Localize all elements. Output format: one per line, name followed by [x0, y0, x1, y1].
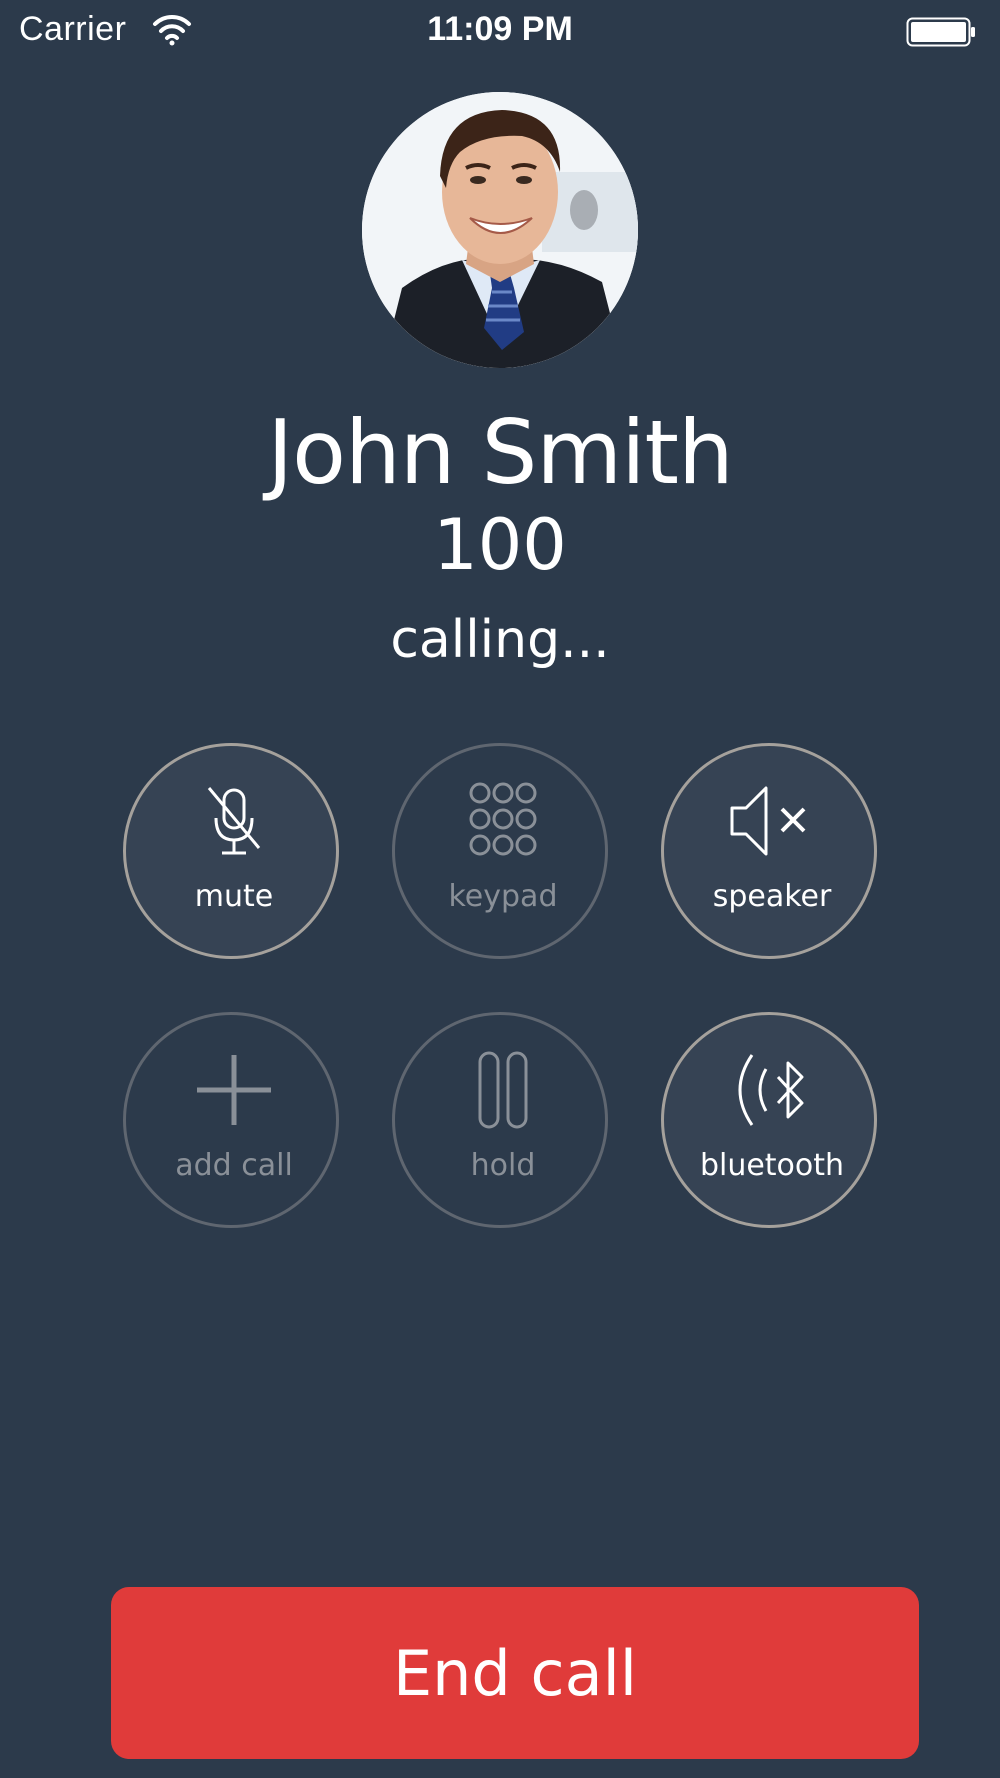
- bluetooth-button[interactable]: bluetooth: [661, 1012, 877, 1228]
- call-screen: Carrier 11:09 PM John Smith 100 calling.…: [0, 0, 1000, 1778]
- caller-number: 100: [433, 504, 567, 586]
- add-call-label: add call: [175, 1148, 293, 1183]
- end-call-button[interactable]: End call: [111, 1587, 919, 1759]
- pause-icon: [395, 1045, 611, 1135]
- battery-full-icon: [906, 17, 978, 47]
- hold-label: hold: [470, 1148, 536, 1183]
- call-status: calling...: [390, 610, 610, 670]
- status-time: 11:09 PM: [427, 10, 573, 48]
- bluetooth-icon: [664, 1045, 880, 1135]
- mute-button[interactable]: mute: [123, 743, 339, 959]
- speaker-off-icon: [664, 776, 880, 866]
- speaker-button[interactable]: speaker: [661, 743, 877, 959]
- status-bar: Carrier 11:09 PM: [0, 0, 1000, 64]
- mic-off-icon: [126, 776, 342, 866]
- caller-name: John Smith: [267, 401, 734, 504]
- speaker-label: speaker: [712, 879, 832, 914]
- keypad-button[interactable]: keypad: [392, 743, 608, 959]
- keypad-icon: [395, 776, 611, 866]
- bluetooth-label: bluetooth: [699, 1148, 845, 1183]
- mute-label: mute: [194, 879, 274, 914]
- add-call-button[interactable]: add call: [123, 1012, 339, 1228]
- hold-button[interactable]: hold: [392, 1012, 608, 1228]
- plus-icon: [126, 1045, 342, 1135]
- keypad-label: keypad: [448, 879, 558, 914]
- caller-avatar: [362, 92, 638, 368]
